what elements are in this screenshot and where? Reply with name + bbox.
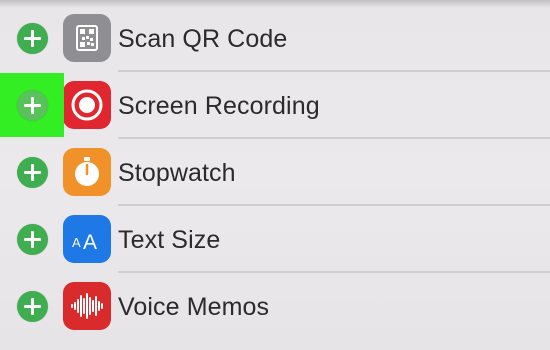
list-item-scan-qr-code[interactable]: Scan QR Code [0,5,550,72]
record-icon [63,81,111,129]
text-size-icon: A A [63,215,111,263]
list-item-text-size[interactable]: A A Text Size [0,206,550,273]
list-item-screen-recording[interactable]: Screen Recording [0,72,550,139]
plus-circle-icon[interactable] [17,90,48,121]
list-item-label: Screen Recording [118,92,320,120]
plus-circle-icon[interactable] [17,224,48,255]
add-control-voice-memos[interactable] [0,273,64,340]
plus-circle-icon[interactable] [17,23,48,54]
add-control-scan-qr-code[interactable] [0,5,64,72]
controls-list-screen: Scan QR Code Screen Recording Stopwatch [0,0,550,350]
list-item-voice-memos[interactable]: Voice Memos [0,273,550,340]
stopwatch-icon [63,148,111,196]
add-control-screen-recording-highlighted[interactable] [0,73,64,137]
plus-circle-icon[interactable] [17,157,48,188]
list-item-stopwatch[interactable]: Stopwatch [0,139,550,206]
list-item-label: Text Size [118,226,221,254]
text-size-glyph-large: A [83,231,97,254]
list-item-label: Voice Memos [118,293,270,321]
waveform-icon [63,282,111,330]
qr-code-icon [63,14,111,62]
list-item-label: Stopwatch [118,159,236,187]
add-control-stopwatch[interactable] [0,139,64,206]
text-size-glyph-small: A [72,235,81,250]
add-control-text-size[interactable] [0,206,64,273]
list-item-label: Scan QR Code [118,25,288,53]
plus-circle-icon[interactable] [17,291,48,322]
